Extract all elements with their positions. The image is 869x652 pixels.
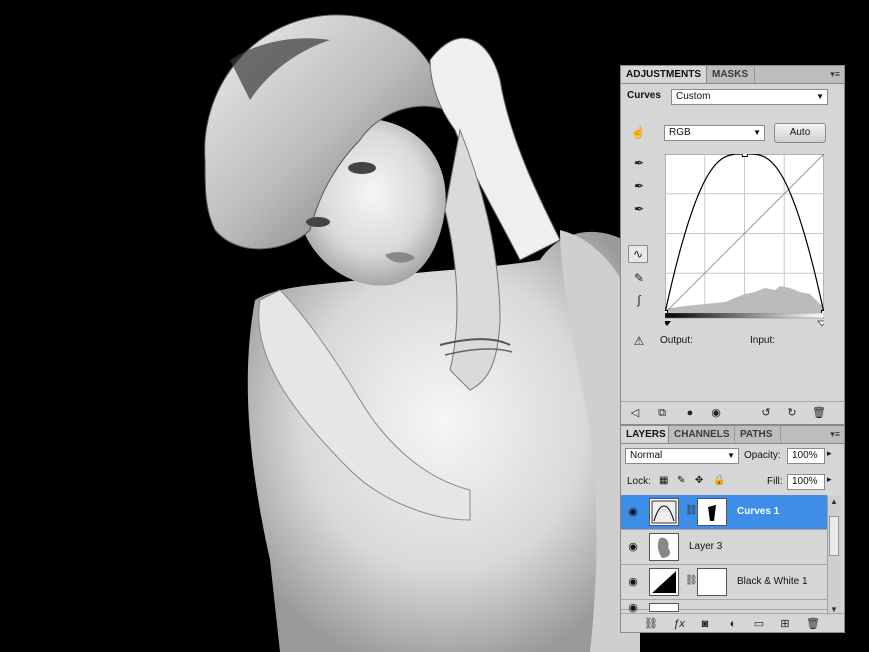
smooth-curve-icon[interactable]: ∫ <box>629 291 649 309</box>
fill-input[interactable]: 100% <box>787 474 825 490</box>
layer-name: Curves 1 <box>737 506 780 517</box>
curves-graph[interactable] <box>665 154 824 313</box>
layer-thumbnail <box>649 533 679 561</box>
gray-eyedropper-icon[interactable]: ✒ <box>629 177 649 195</box>
layer-row-curves[interactable]: ◉ ⛓ Curves 1 <box>621 495 827 530</box>
layers-tabbar: LAYERS CHANNELS PATHS ▾≡ <box>621 426 844 444</box>
black-eyedropper-icon[interactable]: ✒ <box>629 154 649 172</box>
curve-point-tool-icon[interactable]: ∿ <box>628 245 648 263</box>
layer-row-layer3[interactable]: ◉ Layer 3 <box>621 530 827 565</box>
layer-name: Layer 3 <box>689 541 723 552</box>
opacity-value: 100% <box>792 450 818 461</box>
layer-row-bw[interactable]: ◉ ⛓ Black & White 1 <box>621 565 827 600</box>
layers-footer: ⛓ ƒx ◙ ◐ ▭ ⊞ 🗑 <box>621 613 844 633</box>
curves-label: Curves <box>627 90 661 101</box>
chevron-down-icon: ▼ <box>753 128 761 137</box>
layers-scrollbar[interactable]: ▲ ▼ <box>827 496 841 615</box>
scroll-thumb[interactable] <box>829 516 839 556</box>
delete-layer-icon[interactable]: 🗑 <box>805 616 821 632</box>
trash-icon[interactable]: 🗑 <box>811 405 827 421</box>
adjustments-footer: ◁ ⧉ ● ◉ ↺ ↻ 🗑 <box>621 401 844 424</box>
adjustments-tabbar: ADJUSTMENTS MASKS ▾≡ <box>621 66 844 84</box>
lock-all-icon[interactable]: 🔒 <box>713 475 725 486</box>
tab-channels[interactable]: CHANNELS <box>669 426 735 443</box>
layer-thumbnail <box>649 603 679 612</box>
link-layers-icon[interactable]: ⛓ <box>643 616 659 632</box>
layer-name: Black & White 1 <box>737 576 808 587</box>
layer-row-partial[interactable]: ◉ <box>621 600 827 614</box>
channel-value: RGB <box>669 127 691 138</box>
expand-view-icon[interactable]: ⧉ <box>654 405 670 421</box>
tab-layers[interactable]: LAYERS <box>621 426 669 443</box>
blend-mode-select[interactable]: Normal ▼ <box>625 448 739 464</box>
new-adjustment-icon[interactable]: ◐ <box>725 616 741 632</box>
fill-label: Fill: <box>767 476 783 487</box>
input-gradient-bar <box>665 313 824 327</box>
targeted-adjust-icon[interactable]: ☝ <box>628 123 648 141</box>
input-label: Input: <box>750 335 776 346</box>
back-arrow-icon[interactable]: ◁ <box>627 405 643 421</box>
tab-paths[interactable]: PATHS <box>735 426 781 443</box>
channel-select[interactable]: RGB ▼ <box>664 125 765 141</box>
lock-transparent-icon[interactable]: ▦ <box>659 475 668 486</box>
white-point-slider <box>817 320 824 327</box>
lock-position-icon[interactable]: ✥ <box>695 475 703 486</box>
link-icon[interactable]: ⛓ <box>685 505 698 516</box>
eye-icon[interactable]: ◉ <box>625 574 641 590</box>
new-layer-icon[interactable]: ⊞ <box>777 616 793 632</box>
link-icon[interactable]: ⛓ <box>685 575 698 586</box>
lock-label: Lock: <box>627 476 651 487</box>
tab-adjustments[interactable]: ADJUSTMENTS <box>621 66 707 83</box>
opacity-arrow-icon[interactable]: ▸ <box>827 448 832 459</box>
clip-layer-icon[interactable]: ● <box>682 405 698 421</box>
view-previous-icon[interactable]: ↺ <box>758 405 774 421</box>
layers-panel: LAYERS CHANNELS PATHS ▾≡ Normal ▼ Opacit… <box>620 425 845 633</box>
lock-image-icon[interactable]: ✎ <box>677 475 685 486</box>
white-eyedropper-icon[interactable]: ✒ <box>629 200 649 218</box>
opacity-input[interactable]: 100% <box>787 448 825 464</box>
adjustment-thumbnail <box>649 498 679 526</box>
fill-value: 100% <box>792 476 818 487</box>
pencil-tool-icon[interactable]: ✎ <box>629 269 649 287</box>
blend-mode-value: Normal <box>630 450 663 461</box>
eye-icon[interactable]: ◉ <box>625 504 641 520</box>
auto-button[interactable]: Auto <box>774 123 826 143</box>
fill-arrow-icon[interactable]: ▸ <box>827 474 832 485</box>
scroll-up-icon[interactable]: ▲ <box>830 497 838 506</box>
eye-icon[interactable]: ◉ <box>625 539 641 555</box>
clipping-warning-icon[interactable]: ⚠ <box>629 332 649 350</box>
mask-thumbnail[interactable] <box>697 568 727 596</box>
output-label: Output: <box>660 335 693 346</box>
opacity-label: Opacity: <box>744 450 781 461</box>
fx-icon[interactable]: ƒx <box>671 616 687 632</box>
add-mask-icon[interactable]: ◙ <box>697 616 713 632</box>
black-point-slider <box>665 321 671 326</box>
mask-thumbnail[interactable] <box>697 498 727 526</box>
preset-select[interactable]: Custom ▼ <box>671 89 828 105</box>
visibility-eye-icon[interactable]: ◉ <box>708 405 724 421</box>
adjustment-thumbnail <box>649 568 679 596</box>
tab-masks[interactable]: MASKS <box>707 66 755 83</box>
preset-value: Custom <box>676 91 711 102</box>
panel-menu-icon[interactable]: ▾≡ <box>830 429 840 440</box>
reset-icon[interactable]: ↻ <box>784 405 800 421</box>
new-group-icon[interactable]: ▭ <box>751 616 767 632</box>
curve-control-point[interactable] <box>741 154 748 157</box>
panel-menu-icon[interactable]: ▾≡ <box>830 69 840 80</box>
chevron-down-icon: ▼ <box>816 92 824 101</box>
chevron-down-icon: ▼ <box>727 451 735 460</box>
